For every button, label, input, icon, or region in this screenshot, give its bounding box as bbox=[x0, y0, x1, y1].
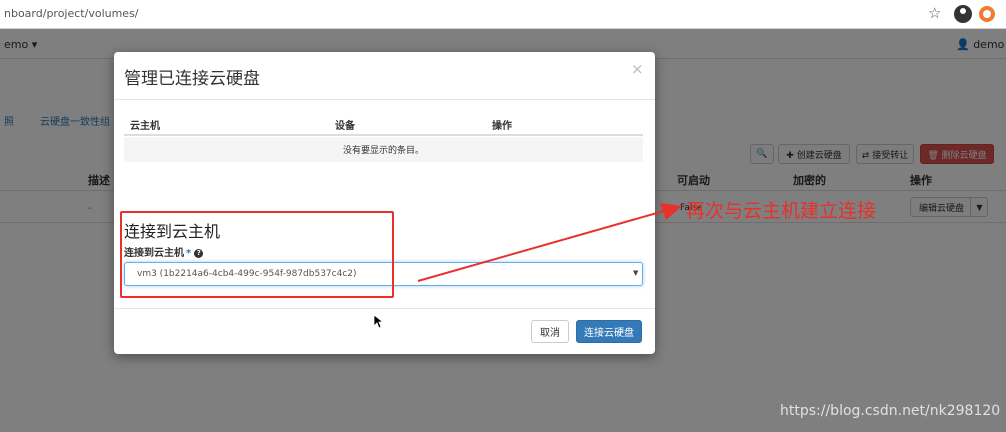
browser-address-bar[interactable] bbox=[0, 0, 1006, 29]
modal-divider bbox=[114, 99, 655, 100]
bookmark-star-icon[interactable]: ☆ bbox=[928, 4, 941, 22]
column-header-instance[interactable]: 云主机 bbox=[130, 117, 160, 132]
column-header-device[interactable]: 设备 bbox=[335, 117, 355, 132]
cancel-button[interactable]: 取消 bbox=[531, 320, 569, 343]
annotation-text: 再次与云主机建立连接 bbox=[686, 200, 877, 222]
column-header-action: 操作 bbox=[492, 121, 512, 132]
watermark: https://blog.csdn.net/nk298120 bbox=[780, 403, 1001, 419]
annotation-highlight-box bbox=[120, 211, 394, 298]
extension-icon[interactable] bbox=[979, 6, 995, 22]
attach-volume-button[interactable]: 连接云硬盘 bbox=[576, 320, 642, 343]
mouse-cursor-icon bbox=[374, 315, 384, 329]
table-header-divider bbox=[124, 134, 643, 136]
empty-table-message: 没有要显示的条目。 bbox=[124, 137, 643, 162]
url-text[interactable]: nboard/project/volumes/ bbox=[4, 7, 139, 20]
close-icon[interactable]: × bbox=[631, 60, 644, 78]
modal-title: 管理已连接云硬盘 bbox=[124, 69, 260, 89]
account-icon[interactable] bbox=[954, 5, 972, 23]
modal-divider bbox=[114, 308, 655, 309]
chevron-down-icon[interactable]: ▼ bbox=[633, 269, 638, 277]
